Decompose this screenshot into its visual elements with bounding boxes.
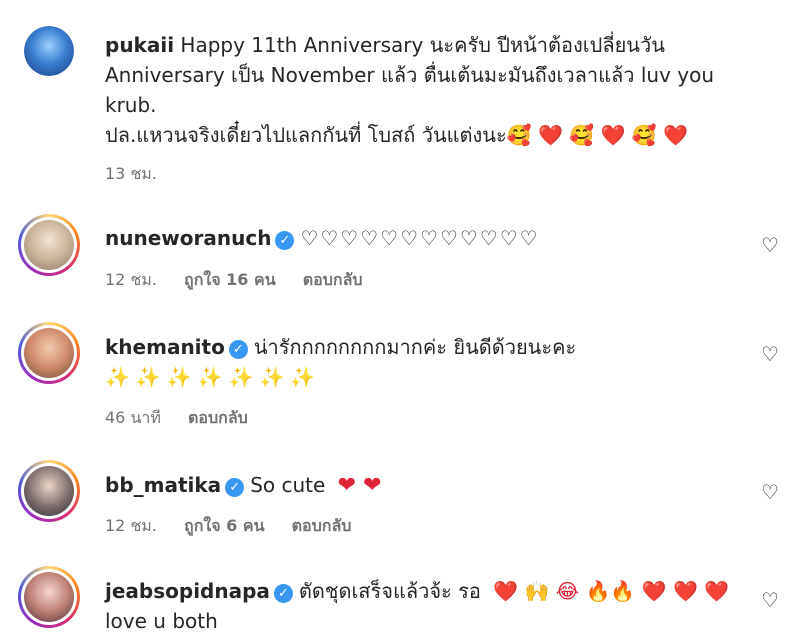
comment-body: nuneworanuch ✓ ♡♡♡♡♡♡♡♡♡♡♡♡: [105, 223, 740, 253]
comment-text: ตัดชุดเสร็จแล้วจ้ะ รอ: [298, 579, 481, 603]
comment-text: ♡♡♡♡♡♡♡♡♡♡♡♡: [300, 226, 540, 250]
comment-text: น่ารักกกกกกกกมากค่ะ ยินดีด้วยนะคะ: [253, 335, 577, 359]
like-heart-icon[interactable]: ♡: [760, 344, 780, 364]
username[interactable]: bb_matika: [105, 473, 221, 497]
verified-badge-icon: ✓: [228, 340, 248, 359]
avatar[interactable]: [18, 566, 80, 628]
username[interactable]: khemanito: [105, 335, 225, 359]
reply-button[interactable]: ตอบกลับ: [188, 408, 248, 427]
comment-time[interactable]: 12 ชม.: [105, 270, 157, 289]
like-heart-icon[interactable]: ♡: [760, 235, 780, 255]
comment-body: pukaii Happy 11th Anniversary นะครับ ปีห…: [105, 30, 740, 150]
comment-meta: 13 ชม.: [105, 162, 179, 187]
comment-text-line: ✨✨✨✨✨✨✨: [105, 365, 322, 389]
comment-text-line: love u both: [105, 609, 218, 633]
comment-time[interactable]: 13 ชม.: [105, 164, 157, 183]
comment-body: bb_matika ✓ So cute ❤ ❤: [105, 470, 740, 501]
comment-meta: 12 ชม. ถูกใจ 6 คน ตอบกลับ: [105, 514, 373, 539]
reply-button[interactable]: ตอบกลับ: [292, 516, 352, 535]
comment-meta: 46 นาที ตอบกลับ: [105, 406, 270, 431]
like-heart-icon[interactable]: ♡: [760, 590, 780, 610]
username[interactable]: nuneworanuch: [105, 226, 271, 250]
username[interactable]: jeabsopidnapa: [105, 579, 270, 603]
verified-badge-icon: ✓: [275, 231, 295, 250]
emoji-sequence: ❤️ 🙌 😂 🔥🔥 ❤️ ❤️ ❤️: [493, 579, 730, 603]
likes-count[interactable]: ถูกใจ 6 คน: [184, 516, 264, 535]
comment-time[interactable]: 46 นาที: [105, 408, 161, 427]
comment-text: So cute: [250, 473, 326, 497]
like-heart-icon[interactable]: ♡: [760, 482, 780, 502]
verified-badge-icon: ✓: [225, 478, 245, 497]
likes-count[interactable]: ถูกใจ 16 คน: [184, 270, 276, 289]
comment-meta: 12 ชม. ถูกใจ 16 คน ตอบกลับ: [105, 268, 385, 293]
comment-body: khemanito ✓ น่ารักกกกกกกกมากค่ะ ยินดีด้วยน…: [105, 332, 740, 392]
comment-text-line: ปล.แหวนจริงเดี๋ยวไปแลกกันที่ โบสถ์ วันแต…: [105, 123, 688, 147]
avatar[interactable]: [18, 322, 80, 384]
avatar[interactable]: [24, 26, 74, 76]
comment-text-line: Anniversary เป็น November แล้ว ตื่นเต้นม…: [105, 63, 715, 87]
avatar[interactable]: [18, 214, 80, 276]
verified-badge-icon: ✓: [273, 584, 293, 603]
comment-text: Happy 11th Anniversary นะครับ ปีหน้าต้อง…: [180, 33, 665, 57]
username[interactable]: pukaii: [105, 33, 174, 57]
heart-emoji: ❤ ❤: [337, 473, 382, 498]
reply-button[interactable]: ตอบกลับ: [303, 270, 363, 289]
comment-text-line: krub.: [105, 93, 157, 117]
avatar[interactable]: [18, 460, 80, 522]
comment-time[interactable]: 12 ชม.: [105, 516, 157, 535]
comment-body: jeabsopidnapa ✓ ตัดชุดเสร็จแล้วจ้ะ รอ ❤️ 🙌…: [105, 576, 740, 636]
